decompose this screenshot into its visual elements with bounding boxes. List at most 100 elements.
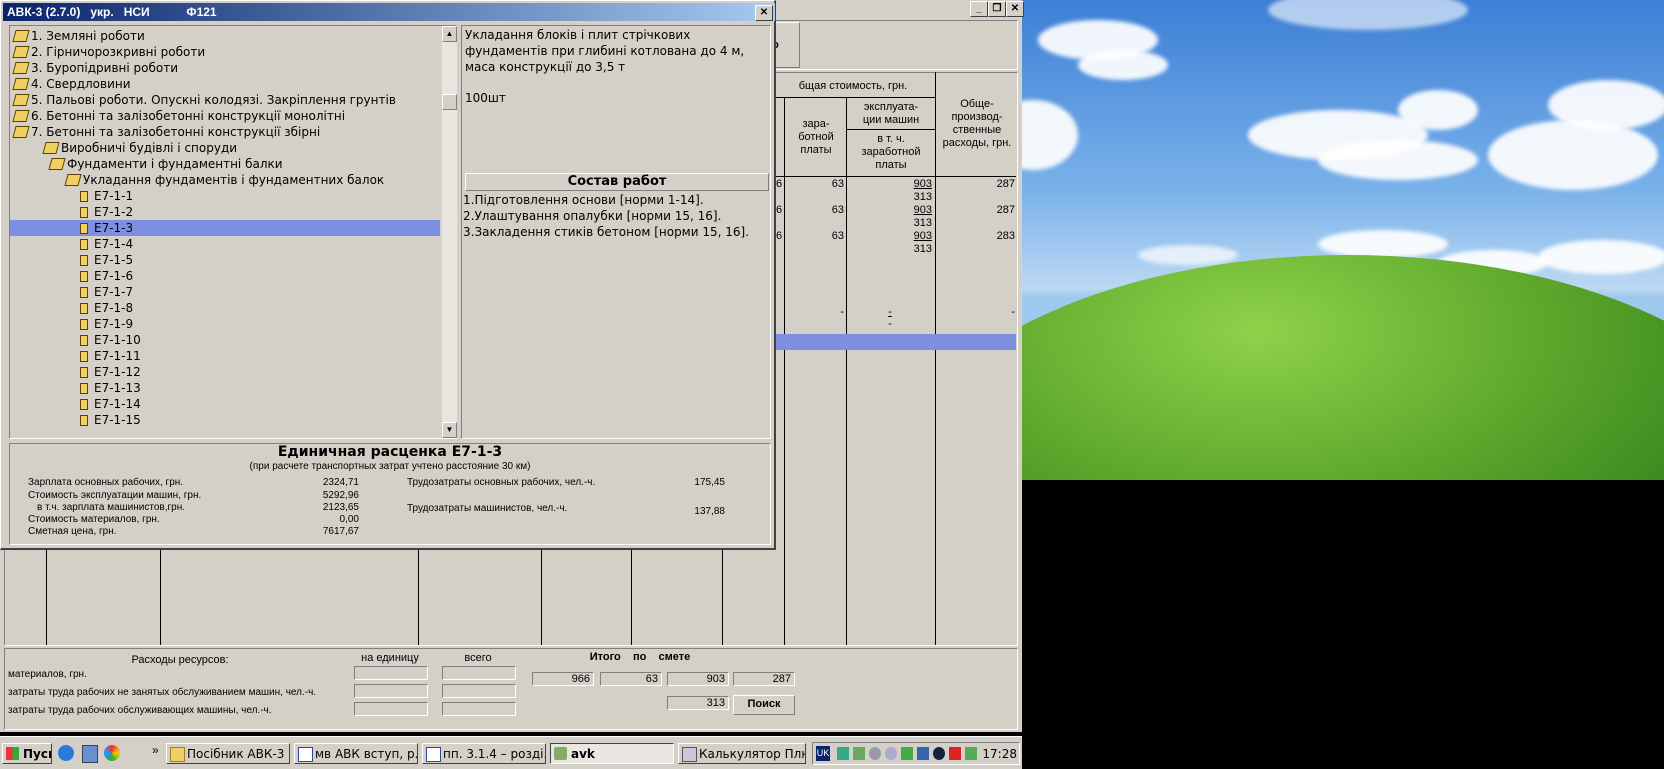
tree-item-label: Е7-1-11 [94, 349, 141, 363]
tree-item[interactable]: Е7-1-15 [10, 412, 141, 428]
tree-item[interactable]: Е7-1-8 [10, 300, 133, 316]
tray-icon[interactable] [933, 747, 945, 760]
dialog-close-button[interactable]: ✕ [755, 5, 773, 21]
tree-item-label: Е7-1-8 [94, 301, 134, 315]
taskbar-item-label: пп. 3.1.4 – розді... [443, 747, 546, 761]
book-icon [12, 62, 30, 74]
media-player-icon[interactable] [104, 745, 120, 761]
tree-item[interactable]: Виробничі будівлі і споруди [42, 140, 237, 156]
tree-item[interactable]: Е7-1-6 [10, 268, 133, 284]
tree-item[interactable]: Е7-1-13 [10, 380, 141, 396]
open-book-icon [12, 126, 30, 138]
taskbar-item[interactable]: мв АВК вступ, р... [294, 743, 418, 764]
tree-item[interactable]: Е7-1-10 [10, 332, 141, 348]
cell-machines: 903 [913, 230, 932, 242]
labor-label: Трудозатраты основных рабочих, чел.-ч. [407, 477, 596, 488]
price-value: 2324,71 [322, 477, 359, 488]
maximize-button[interactable]: ❐ [988, 1, 1006, 17]
norm-tree[interactable]: 1. Земляні роботи 2. Гірничорозкривні роб… [9, 25, 457, 439]
tree-item[interactable]: Е7-1-4 [10, 236, 133, 252]
cell-overhead: 287 [996, 178, 1015, 190]
tray-icon[interactable] [965, 747, 977, 760]
tree-item[interactable]: Е7-1-12 [10, 364, 141, 380]
price-value: 0,00 [339, 514, 359, 525]
tree-item-label: 2. Гірничорозкривні роботи [31, 45, 206, 59]
price-label: в т.ч. зарплата машинистов,грн. [37, 502, 185, 513]
tree-item[interactable]: Е7-1-9 [10, 316, 133, 332]
desktop-wallpaper [1018, 0, 1664, 480]
document-icon[interactable] [82, 745, 98, 763]
minimize-button[interactable]: _ [970, 1, 988, 17]
tray-icon[interactable] [917, 747, 929, 760]
taskbar-item[interactable]: Калькулятор Плюс [678, 743, 806, 764]
tree-item-label: Е7-1-6 [94, 269, 134, 283]
tree-item[interactable]: 7. Бетонні та залізобетонні конструкції … [12, 124, 320, 140]
tray-icon[interactable] [885, 747, 897, 760]
tree-item-label: Укладання фундаментів і фундаментних бал… [83, 173, 385, 187]
scroll-down-icon[interactable]: ▼ [442, 422, 457, 438]
page-icon [80, 255, 88, 266]
tree-item[interactable]: Е7-1-1 [10, 188, 133, 204]
tree-item[interactable]: 6. Бетонні та залізобетонні конструкції … [12, 108, 345, 124]
taskbar-item-active[interactable]: avk [550, 743, 674, 764]
page-icon [80, 367, 88, 378]
tray-icon[interactable] [949, 747, 961, 760]
summary-field: 313 [667, 696, 729, 710]
tree-item[interactable]: Е7-1-2 [10, 204, 133, 220]
cell-machines-salary: 313 [913, 217, 932, 229]
search-button[interactable]: Поиск [733, 695, 795, 715]
labor-value: 137,88 [694, 506, 725, 517]
dialog-titlebar[interactable]: АВК-3 (2.7.0) укр. НСИ Ф121 [3, 3, 775, 21]
tree-item[interactable]: 3. Буропідривні роботи [12, 60, 179, 76]
tree-item-label: 3. Буропідривні роботи [31, 61, 179, 75]
labor-label: Трудозатраты машинистов, чел.-ч. [407, 503, 568, 514]
tree-item[interactable]: Фундаменти і фундаментні балки [48, 156, 283, 172]
scroll-thumb[interactable] [442, 94, 457, 110]
tree-item[interactable]: 2. Гірничорозкривні роботи [12, 44, 206, 60]
header-total-cost: бщая стоимость, грн. [798, 80, 908, 92]
windows-logo-icon [6, 747, 19, 760]
system-tray: UK 17:28 [812, 742, 1020, 765]
selected-table-row[interactable] [776, 334, 1016, 350]
tree-item-label: Фундаменти і фундаментні балки [67, 157, 283, 171]
tray-icon[interactable] [901, 747, 913, 760]
close-button[interactable]: ✕ [1006, 1, 1024, 17]
cell-edge: 6 [776, 204, 783, 216]
total-field[interactable] [442, 684, 516, 698]
labor-value: 175,45 [694, 477, 725, 488]
tree-item[interactable]: Е7-1-3 [10, 220, 440, 236]
quicklaunch-more-icon[interactable]: » [152, 743, 159, 757]
tray-icon[interactable] [853, 747, 865, 760]
tree-item[interactable]: Е7-1-14 [10, 396, 141, 412]
taskbar-item-label: мв АВК вступ, р... [315, 747, 418, 761]
unit-price-title: Единичная расценка Е7-1-3 [277, 444, 503, 460]
per-unit-field[interactable] [354, 684, 428, 698]
tree-item[interactable]: 1. Земляні роботи [12, 28, 145, 44]
per-unit-field[interactable] [354, 666, 428, 680]
tree-scrollbar[interactable]: ▲ ▼ [442, 26, 457, 438]
tree-item[interactable]: 4. Свердловини [12, 76, 131, 92]
start-button[interactable]: Пуск [2, 743, 52, 764]
price-label: Стоимость эксплуатации машин, грн. [28, 490, 202, 501]
scroll-up-icon[interactable]: ▲ [442, 26, 457, 42]
taskbar-item[interactable]: пп. 3.1.4 – розді... [422, 743, 546, 764]
tree-item[interactable]: Е7-1-5 [10, 252, 133, 268]
page-icon [80, 239, 88, 250]
resource-row-label: материалов, грн. [8, 669, 87, 680]
tray-icon[interactable] [869, 747, 881, 760]
language-indicator[interactable]: UK [816, 746, 830, 761]
tree-item[interactable]: Е7-1-11 [10, 348, 141, 364]
total-field[interactable] [442, 702, 516, 716]
total-field[interactable] [442, 666, 516, 680]
price-label: Сметная цена, грн. [28, 526, 117, 537]
ie-icon[interactable] [58, 745, 74, 761]
per-unit-field[interactable] [354, 702, 428, 716]
tree-item[interactable]: Е7-1-7 [10, 284, 133, 300]
price-label: Стоимость материалов, грн. [28, 514, 160, 525]
taskbar-item[interactable]: Посібник АВК-3 (... [166, 743, 290, 764]
tree-item-label: Е7-1-2 [94, 205, 134, 219]
tree-item[interactable]: 5. Пальові роботи. Опускні колодязі. Зак… [12, 92, 396, 108]
tray-icon[interactable] [837, 747, 849, 760]
tree-item[interactable]: Укладання фундаментів і фундаментних бал… [64, 172, 385, 188]
header-machines: эксплуата- ции машин [862, 101, 920, 126]
